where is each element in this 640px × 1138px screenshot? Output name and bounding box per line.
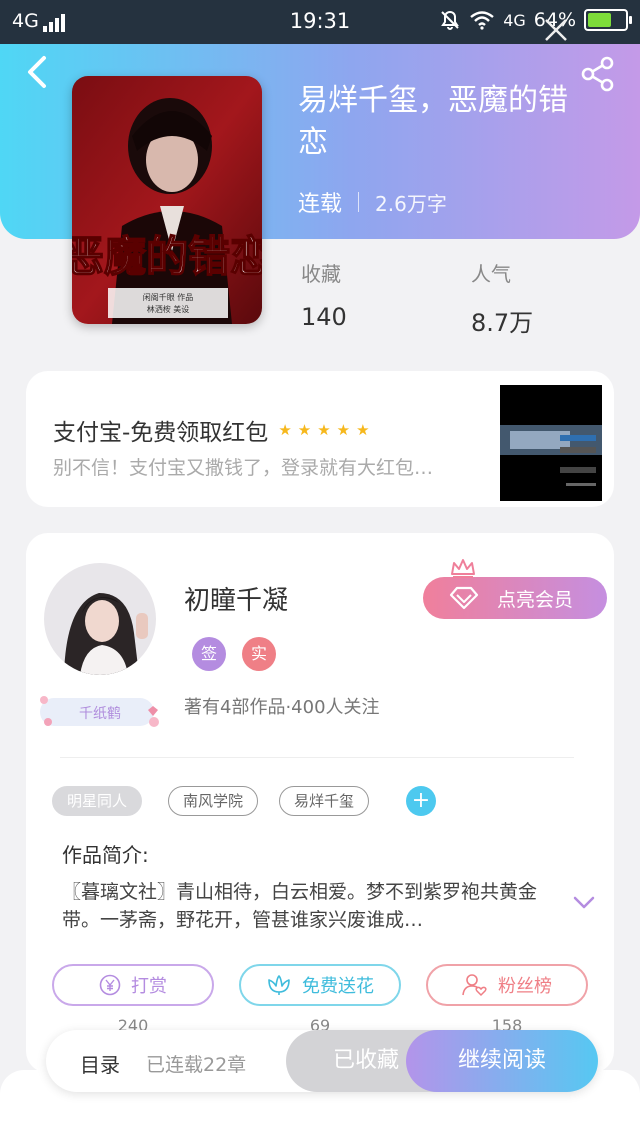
book-title: 易烊千玺，恶魔的错恋 xyxy=(298,83,568,160)
ad-description: 别不信！支付宝又撒钱了，登录就有大红包… xyxy=(53,457,434,479)
tip-label: 打赏 xyxy=(131,976,167,997)
add-tag-button[interactable]: + xyxy=(406,786,436,816)
stat-favorites: 收藏 140 xyxy=(301,258,347,331)
flower-icon xyxy=(268,975,290,995)
back-icon[interactable] xyxy=(22,54,52,90)
cover-title: 恶魔的错恋 xyxy=(72,232,262,281)
signed-badge: 签 xyxy=(192,637,226,671)
vip-label: 点亮会员 xyxy=(497,588,574,611)
verified-badge: 实 xyxy=(242,637,276,671)
vip-button[interactable]: 点亮会员 xyxy=(423,577,607,619)
fan-ranking-button[interactable]: 粉丝榜 xyxy=(426,964,588,1006)
ad-image[interactable] xyxy=(500,385,602,501)
wifi-icon xyxy=(470,11,494,30)
stat-value: 8.7万 xyxy=(471,309,534,337)
frame-label: 千纸鹤 xyxy=(79,706,121,722)
intro-label: 作品简介: xyxy=(62,843,149,867)
battery-fill xyxy=(588,13,612,27)
word-count: 2.6万字 xyxy=(375,191,447,216)
intro-text: 〖暮璃文社〗青山相待，白云相爱。梦不到紫罗袍共黄金带。一茅斋，野花开，管甚谁家兴… xyxy=(62,881,538,931)
stat-value: 140 xyxy=(301,303,347,331)
yen-icon xyxy=(99,974,121,996)
close-icon[interactable] xyxy=(540,14,572,46)
book-meta: 连载 2.6万字 xyxy=(298,186,447,218)
user-heart-icon xyxy=(462,974,487,997)
cover-image: 恶魔的错恋 闲阁千眼 作品 林洒桉 美设 xyxy=(72,76,262,324)
cover-credit-2: 林洒桉 美设 xyxy=(147,304,190,314)
meta-divider xyxy=(358,192,360,212)
toc-button[interactable]: 目录 xyxy=(80,1049,120,1078)
battery-icon xyxy=(584,9,632,31)
network-type-right: 4G xyxy=(503,10,526,30)
mute-icon xyxy=(441,10,460,31)
fan-ranking-label: 粉丝榜 xyxy=(498,976,552,997)
stat-label: 收藏 xyxy=(301,262,341,286)
tag-item[interactable]: 明星同人 xyxy=(52,786,143,816)
status-icons: 4G 64% xyxy=(439,9,632,31)
diamond-icon xyxy=(449,586,479,610)
send-flower-button[interactable]: 免费送花 xyxy=(239,964,401,1006)
ad-title: 支付宝-免费领取红包 xyxy=(53,420,269,446)
continue-reading-button[interactable]: 继续阅读 xyxy=(406,1030,598,1092)
author-avatar[interactable] xyxy=(44,563,156,675)
chevron-down-icon[interactable] xyxy=(572,895,596,911)
stat-popularity: 人气 8.7万 xyxy=(471,258,533,338)
avatar-frame: 千纸鹤 xyxy=(36,690,164,730)
divider xyxy=(60,757,574,758)
serial-status: 连载 xyxy=(298,192,343,217)
tip-button[interactable]: 打赏 xyxy=(52,964,214,1006)
tag-item[interactable]: 南风学院 xyxy=(168,786,259,816)
author-name[interactable]: 初瞳千凝 xyxy=(184,580,288,617)
author-stats: 著有4部作品·400人关注 xyxy=(184,697,380,718)
chapter-count[interactable]: 已连载22章 xyxy=(146,1050,246,1077)
ad-title-row: 支付宝-免费领取红包 ★★★★★ xyxy=(53,413,376,447)
book-cover[interactable]: 恶魔的错恋 闲阁千眼 作品 林洒桉 美设 xyxy=(72,76,262,324)
send-flower-label: 免费送花 xyxy=(302,976,374,997)
rating-stars: ★★★★★ xyxy=(278,421,376,439)
tag-item[interactable]: 易烊千玺 xyxy=(279,786,370,816)
stat-label: 人气 xyxy=(471,262,511,286)
ad-card[interactable]: 支付宝-免费领取红包 ★★★★★ 别不信！支付宝又撒钱了，登录就有大红包… xyxy=(26,371,614,507)
cover-credit-1: 闲阁千眼 作品 xyxy=(143,292,194,302)
crown-icon xyxy=(451,559,475,578)
